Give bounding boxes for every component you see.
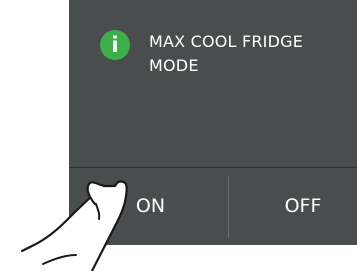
dialog-message-line-2: MODE bbox=[149, 56, 199, 75]
screen: i MAX COOL FRIDGE MODE ON OFF bbox=[0, 0, 357, 271]
info-icon: i bbox=[100, 30, 130, 60]
dialog-message: MAX COOL FRIDGE MODE bbox=[149, 30, 349, 78]
on-button[interactable]: ON bbox=[69, 168, 228, 245]
max-cool-dialog: i MAX COOL FRIDGE MODE ON OFF bbox=[69, 0, 357, 245]
on-button-label: ON bbox=[135, 195, 166, 217]
dialog-message-line-1: MAX COOL FRIDGE bbox=[149, 32, 304, 51]
off-button[interactable]: OFF bbox=[229, 168, 357, 245]
off-button-label: OFF bbox=[284, 195, 322, 217]
dialog-button-row: ON OFF bbox=[69, 168, 357, 245]
dialog-message-area: i MAX COOL FRIDGE MODE bbox=[69, 0, 357, 167]
